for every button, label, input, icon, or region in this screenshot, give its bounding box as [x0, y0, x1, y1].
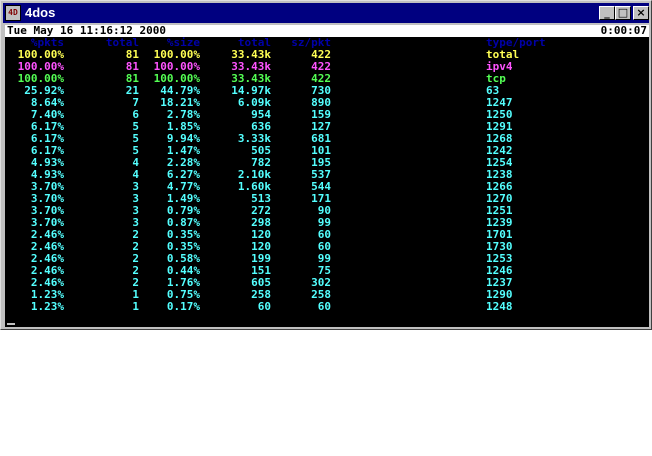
console-window: 4D 4dos _ □ × Tue May 16 11:16:12 2000 0… [0, 0, 652, 330]
cell-type-port: 1248 [486, 300, 513, 313]
minimize-button[interactable]: _ [599, 6, 615, 20]
title-bar[interactable]: 4D 4dos _ □ × [3, 3, 649, 23]
cell-size-pct: 0.17% [166, 300, 200, 313]
cell-pkts-pct: 1.23% [30, 300, 64, 313]
cell-size-per-packet: 60 [317, 300, 331, 313]
maximize-button[interactable]: □ [615, 6, 631, 20]
cell-bytes-total: 60 [257, 300, 271, 313]
console-screen[interactable]: Tue May 16 11:16:12 2000 0:00:07 %pkts t… [5, 25, 649, 327]
close-button[interactable]: × [633, 6, 649, 20]
cell-pkts-total: 1 [132, 300, 139, 313]
text-cursor [7, 323, 15, 325]
app-icon[interactable]: 4D [5, 5, 21, 21]
table-row: 1.23% 1 0.17% 60 60 1248 [5, 301, 649, 313]
window-title: 4dos [25, 5, 56, 20]
status-elapsed: 0:00:07 [600, 25, 647, 37]
